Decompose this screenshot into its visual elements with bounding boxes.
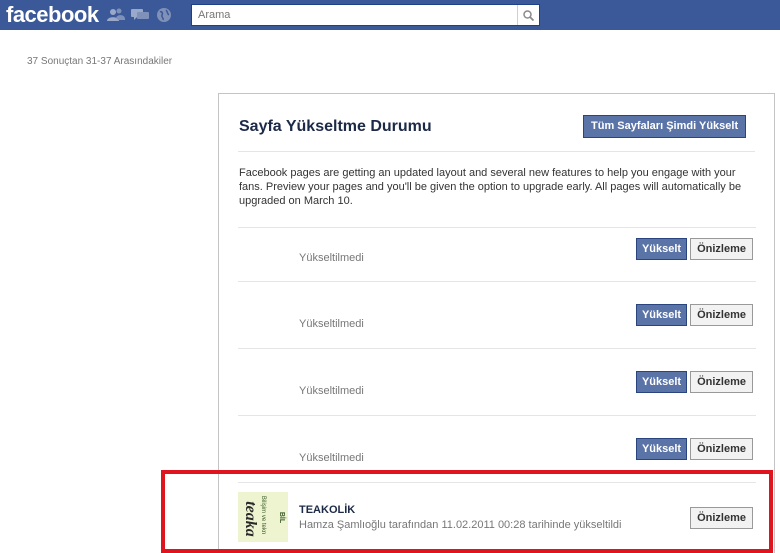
upgrade-button[interactable]: Yükselt: [635, 238, 688, 260]
row-actions: Yükselt Önizleme: [635, 438, 753, 460]
notifications-globe-icon[interactable]: [154, 5, 174, 25]
search-box: [191, 4, 540, 26]
preview-button[interactable]: Önizleme: [690, 238, 753, 260]
page-status: Yükseltilmedi: [299, 452, 364, 464]
page-title: Sayfa Yükseltme Durumu: [239, 118, 432, 135]
description-text: Facebook pages are getting an updated la…: [239, 167, 742, 207]
row-actions: Yükselt Önizleme: [635, 304, 753, 326]
results-count: 37 Sonuçtan 31-37 Arasındakiler: [27, 56, 173, 67]
preview-button[interactable]: Önizleme: [690, 438, 753, 460]
upgrade-all-button[interactable]: Tüm Sayfaları Şimdi Yükselt: [583, 115, 747, 138]
jewel-icons: [106, 5, 174, 25]
page-status: Yükseltilmedi: [299, 252, 364, 264]
page-thumbnail[interactable]: [238, 359, 288, 409]
page-status: Yükseltilmedi: [299, 318, 364, 330]
page-row: Yükseltilmedi Yükselt Önizleme: [238, 281, 756, 348]
top-bar: facebook: [0, 0, 780, 30]
page-thumbnail[interactable]: [238, 426, 288, 476]
messages-icon[interactable]: [130, 5, 150, 25]
highlight-box: [161, 470, 773, 553]
preview-button[interactable]: Önizleme: [690, 371, 753, 393]
facebook-logo[interactable]: facebook: [6, 2, 99, 28]
search-input[interactable]: [192, 5, 512, 25]
row-actions: Yükselt Önizleme: [635, 238, 753, 260]
divider: [238, 151, 755, 152]
preview-button[interactable]: Önizleme: [690, 304, 753, 326]
upgrade-button[interactable]: Yükselt: [635, 438, 688, 460]
page-row: Yükseltilmedi Yükselt Önizleme: [238, 348, 756, 415]
page-thumbnail[interactable]: [238, 292, 288, 342]
row-actions: Yükselt Önizleme: [635, 371, 753, 393]
page-status: Yükseltilmedi: [299, 385, 364, 397]
upgrade-button[interactable]: Yükselt: [635, 371, 688, 393]
friends-icon[interactable]: [106, 5, 126, 25]
upgrade-button[interactable]: Yükselt: [635, 304, 688, 326]
search-icon[interactable]: [517, 5, 539, 25]
